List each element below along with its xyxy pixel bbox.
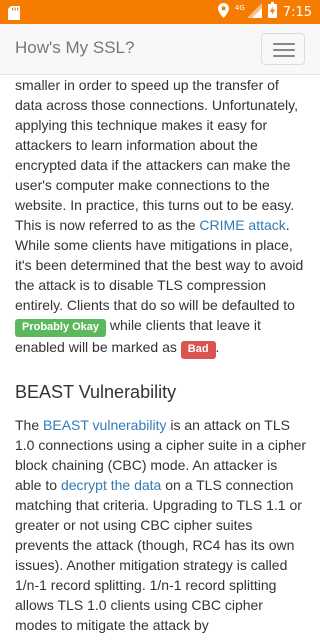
beast-paragraph: The BEAST vulnerability is an attack on … (15, 415, 307, 635)
crime-attack-link[interactable]: CRIME attack (199, 217, 285, 233)
cell-signal-icon (246, 2, 262, 22)
clock: 7:15 (282, 4, 312, 20)
hamburger-menu-icon[interactable] (261, 33, 305, 65)
beast-text: The (15, 417, 44, 433)
network-type: 4G (234, 4, 245, 12)
beast-vulnerability-link[interactable]: BEAST vulnerability (43, 417, 166, 433)
decrypt-the-data-link[interactable]: decrypt the data (61, 477, 161, 493)
battery-charging-icon (267, 2, 277, 22)
compression-text-4: . (215, 339, 220, 355)
navbar: How's My SSL? (0, 24, 320, 75)
sd-card-icon (8, 5, 20, 24)
beast-heading: BEAST Vulnerability (15, 382, 177, 402)
page-content: to make the data in the encrypted connec… (0, 75, 320, 640)
compression-paragraph: to make the data in the encrypted connec… (15, 75, 307, 359)
beast-text-3: on a TLS connection matching that criter… (15, 477, 302, 633)
bad-badge: Bad (180, 341, 216, 359)
location-pin-icon (217, 2, 229, 22)
status-bar: 4G 7:15 (0, 0, 320, 24)
probably-okay-badge: Probably Okay (15, 319, 107, 337)
brand-title[interactable]: How's My SSL? (15, 38, 134, 58)
compression-text: to make the data in the encrypted connec… (15, 77, 299, 233)
